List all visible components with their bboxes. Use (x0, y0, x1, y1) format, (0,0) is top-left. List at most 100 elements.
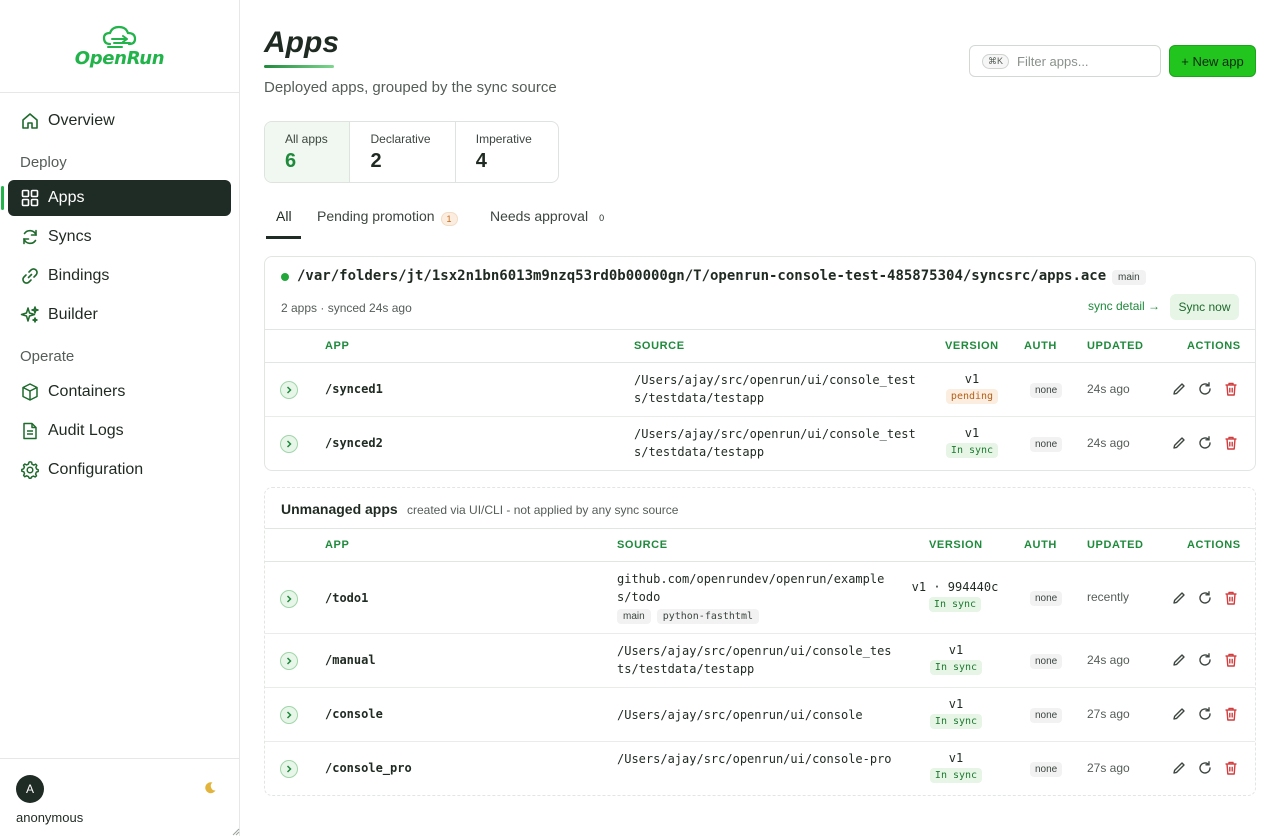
updated-time: 27s ago (1087, 707, 1130, 721)
edit-icon[interactable] (1171, 590, 1187, 606)
table-row[interactable]: /console /Users/ajay/src/openrun/ui/cons… (265, 688, 1255, 742)
delete-icon[interactable] (1223, 652, 1239, 668)
sidebar-item-apps[interactable]: Apps (1, 180, 231, 216)
expand-row-button[interactable] (280, 760, 298, 778)
col-actions: ACTIONS (1187, 539, 1241, 551)
table-row[interactable]: /synced1 /Users/ajay/src/openrun/ui/cons… (265, 363, 1255, 417)
stat-declarative[interactable]: Declarative 2 (350, 122, 456, 182)
col-app: APP (325, 340, 350, 352)
resize-handle-icon[interactable] (230, 826, 240, 836)
auth-badge: none (1030, 762, 1063, 777)
filter-box[interactable]: ⌘K (969, 45, 1161, 77)
table-row[interactable]: /console_pro /Users/ajay/src/openrun/ui/… (265, 742, 1255, 796)
delete-icon[interactable] (1223, 760, 1239, 776)
table-row[interactable]: /manual /Users/ajay/src/openrun/ui/conso… (265, 634, 1255, 688)
app-name[interactable]: /todo1 (325, 591, 368, 605)
updated-time: 24s ago (1087, 436, 1130, 450)
stat-all-apps[interactable]: All apps 6 (265, 122, 351, 182)
chevron-right-icon (286, 595, 292, 603)
source-tags: main python-fasthtml (617, 609, 759, 624)
expand-row-button[interactable] (280, 590, 298, 608)
gear-icon (21, 461, 39, 479)
version-text: v1 (964, 426, 980, 440)
restart-icon[interactable] (1197, 590, 1213, 606)
col-auth: AUTH (1024, 539, 1057, 551)
edit-icon[interactable] (1171, 652, 1187, 668)
updated-time: recently (1087, 590, 1130, 604)
chevron-right-icon (286, 657, 292, 665)
unmanaged-title: Unmanaged apps (281, 501, 398, 517)
updated-time: 24s ago (1087, 653, 1130, 667)
expand-row-button[interactable] (280, 652, 298, 670)
avatar[interactable]: A (16, 775, 44, 803)
logo[interactable]: OpenRun (0, 0, 239, 93)
source-tag: python-fasthtml (656, 609, 759, 624)
delete-icon[interactable] (1223, 706, 1239, 722)
col-actions: ACTIONS (1187, 340, 1241, 352)
sync-now-button[interactable]: Sync now (1170, 294, 1239, 320)
col-version: VERSION (945, 340, 999, 352)
col-version: VERSION (929, 539, 983, 551)
sidebar-item-label: Builder (48, 306, 98, 323)
grid-icon (21, 189, 39, 207)
cloud-logo-icon (102, 25, 136, 48)
new-app-button[interactable]: + New app (1169, 45, 1256, 77)
chevron-right-icon (286, 440, 292, 448)
edit-icon[interactable] (1171, 381, 1187, 397)
stat-label: Declarative (370, 132, 431, 146)
table-row[interactable]: /synced2 /Users/ajay/src/openrun/ui/cons… (265, 417, 1255, 471)
sidebar-item-syncs[interactable]: Syncs (8, 219, 231, 255)
shortcut-hint: ⌘K (982, 53, 1010, 69)
sidebar-item-audit-logs[interactable]: Audit Logs (8, 413, 231, 449)
sync-detail-link[interactable]: sync detail → (1088, 299, 1160, 313)
updated-time: 27s ago (1087, 761, 1130, 775)
tab-pending-promotion[interactable]: Pending promotion 1 (317, 208, 458, 239)
status-badge: In sync (929, 768, 983, 783)
app-source: github.com/openrundev/openrun/examples/t… (617, 572, 885, 604)
app-name[interactable]: /console_pro (325, 761, 412, 775)
delete-icon[interactable] (1223, 381, 1239, 397)
page-title: Apps (264, 26, 339, 59)
status-badge: pending (945, 389, 999, 404)
status-badge: In sync (929, 714, 983, 729)
restart-icon[interactable] (1197, 706, 1213, 722)
delete-icon[interactable] (1223, 590, 1239, 606)
user-panel: A anonymous (0, 758, 239, 836)
moon-icon[interactable] (203, 781, 217, 798)
stat-imperative[interactable]: Imperative 4 (456, 122, 558, 182)
sparkles-icon (20, 306, 39, 323)
sidebar-nav: Overview Deploy Apps Syncs Bindings Buil… (0, 93, 239, 488)
filter-input[interactable] (1017, 53, 1148, 69)
sidebar-item-containers[interactable]: Containers (8, 374, 231, 410)
app-version: v1 · 994440c In sync (905, 580, 1005, 612)
version-text: v1 (964, 372, 980, 386)
app-name[interactable]: /synced1 (325, 382, 383, 396)
restart-icon[interactable] (1197, 652, 1213, 668)
edit-icon[interactable] (1171, 706, 1187, 722)
restart-icon[interactable] (1197, 760, 1213, 776)
auth-badge: none (1030, 591, 1063, 606)
edit-icon[interactable] (1171, 435, 1187, 451)
app-version: v1 In sync (921, 643, 991, 675)
tab-all[interactable]: All (266, 208, 301, 239)
restart-icon[interactable] (1197, 435, 1213, 451)
edit-icon[interactable] (1171, 760, 1187, 776)
sync-source-card: /var/folders/jt/1sx2n1bn6013m9nzq53rd0b0… (264, 256, 1256, 471)
sidebar-item-configuration[interactable]: Configuration (8, 452, 231, 488)
sidebar-item-label: Overview (48, 112, 115, 129)
document-icon (23, 422, 37, 440)
expand-row-button[interactable] (280, 706, 298, 724)
restart-icon[interactable] (1197, 381, 1213, 397)
sidebar-item-builder[interactable]: Builder (8, 297, 231, 333)
chevron-right-icon (286, 386, 292, 394)
delete-icon[interactable] (1223, 435, 1239, 451)
sidebar-item-overview[interactable]: Overview (8, 103, 231, 139)
table-row[interactable]: /todo1 github.com/openrundev/openrun/exa… (265, 562, 1255, 634)
sidebar-item-bindings[interactable]: Bindings (8, 258, 231, 294)
expand-row-button[interactable] (280, 435, 298, 453)
tab-needs-approval[interactable]: Needs approval 0 (490, 208, 609, 239)
app-name[interactable]: /synced2 (325, 436, 383, 450)
expand-row-button[interactable] (280, 381, 298, 399)
app-name[interactable]: /manual (325, 653, 376, 667)
app-name[interactable]: /console (325, 707, 383, 721)
